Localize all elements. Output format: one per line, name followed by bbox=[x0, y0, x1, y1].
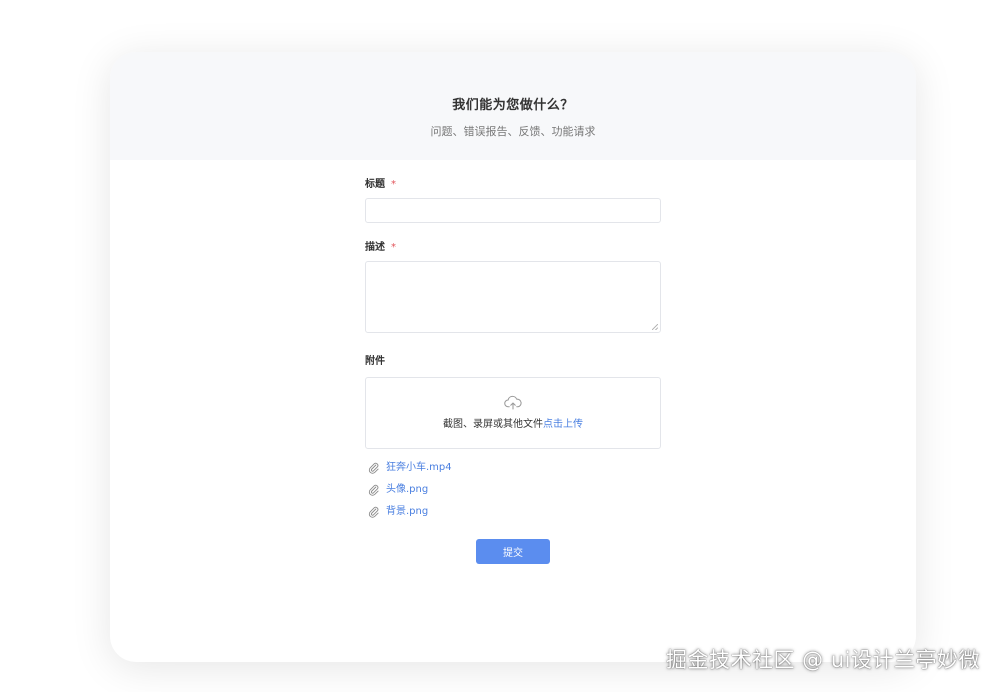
title-input[interactable] bbox=[365, 198, 661, 223]
watermark: 掘金技术社区 @ ui设计兰亭妙微 bbox=[666, 648, 980, 672]
upload-dropzone[interactable]: 截图、录屏或其他文件点击上传 bbox=[365, 377, 661, 449]
required-mark: * bbox=[391, 179, 396, 190]
title-label: 标题 * bbox=[365, 178, 661, 192]
attachments-field-group: 附件 截图、录屏或其他文件点击上传 狂奔小车.mp4 头像.png 背景.png… bbox=[365, 355, 661, 564]
title-field-group: 标题 * bbox=[365, 178, 661, 223]
description-field-group: 描述 * bbox=[365, 241, 661, 333]
feedback-form: 标题 * 描述 * 附件 截图、录屏或其他文件点击上传 狂奔小车.mp4 头像.… bbox=[365, 178, 661, 564]
page-subtitle: 问题、错误报告、反馈、功能请求 bbox=[430, 125, 596, 138]
description-textarea[interactable] bbox=[365, 261, 661, 333]
resize-handle[interactable] bbox=[652, 324, 658, 330]
description-label-text: 描述 bbox=[365, 242, 385, 253]
card-header: 我们能为您做什么？ 问题、错误报告、反馈、功能请求 bbox=[110, 52, 916, 160]
paperclip-icon bbox=[368, 506, 379, 518]
paperclip-icon bbox=[368, 484, 379, 496]
attachment-name: 狂奔小车.mp4 bbox=[386, 462, 452, 473]
upload-hint: 截图、录屏或其他文件点击上传 bbox=[366, 415, 660, 430]
attachment-item[interactable]: 背景.png bbox=[365, 501, 661, 523]
page: 我们能为您做什么？ 问题、错误报告、反馈、功能请求 标题 * 描述 * 附件 截… bbox=[0, 0, 1000, 692]
feedback-card: 我们能为您做什么？ 问题、错误报告、反馈、功能请求 标题 * 描述 * 附件 截… bbox=[110, 52, 916, 662]
page-title: 我们能为您做什么？ bbox=[452, 98, 574, 113]
description-label: 描述 * bbox=[365, 241, 661, 255]
attachment-item[interactable]: 狂奔小车.mp4 bbox=[365, 457, 661, 479]
attachment-item[interactable]: 头像.png bbox=[365, 479, 661, 501]
submit-button[interactable]: 提交 bbox=[476, 539, 550, 564]
required-mark: * bbox=[391, 242, 396, 253]
upload-hint-text: 截图、录屏或其他文件 bbox=[443, 419, 543, 430]
cloud-upload-icon bbox=[504, 395, 522, 410]
attachment-name: 头像.png bbox=[386, 484, 429, 495]
title-label-text: 标题 bbox=[365, 179, 385, 190]
paperclip-icon bbox=[368, 462, 379, 474]
click-upload-link[interactable]: 点击上传 bbox=[543, 419, 583, 430]
attachments-label: 附件 bbox=[365, 356, 385, 367]
attachment-list: 狂奔小车.mp4 头像.png 背景.png bbox=[365, 457, 661, 523]
attachment-name: 背景.png bbox=[386, 506, 429, 517]
